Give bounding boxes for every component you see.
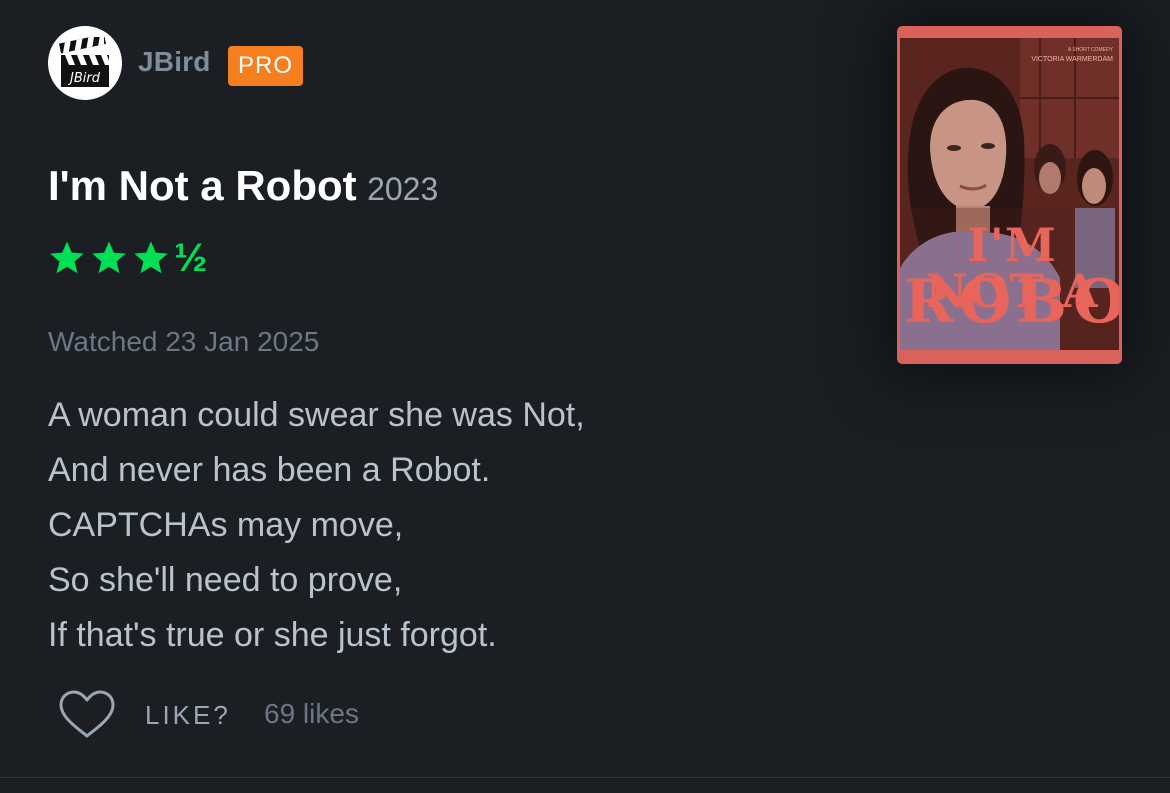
review-line: A woman could swear she was Not,: [48, 396, 585, 434]
film-title-line[interactable]: I'm Not a Robot 2023: [48, 162, 438, 210]
review-page: JBird JBird PRO I'm Not a Robot 2023 ½ W…: [0, 0, 1170, 793]
star-rating: ½: [48, 238, 207, 278]
likes-count[interactable]: 69 likes: [264, 698, 359, 730]
poster-title-line2: ROBOT: [904, 267, 1119, 337]
review-line: So she'll need to prove,: [48, 561, 403, 599]
review-line: If that's true or she just forgot.: [48, 616, 497, 654]
like-button[interactable]: LIKE?: [145, 700, 231, 731]
film-title[interactable]: I'm Not a Robot: [48, 162, 357, 209]
heart-outline-icon[interactable]: [58, 690, 116, 740]
svg-text:JBird: JBird: [67, 71, 101, 86]
clapperboard-icon: JBird: [58, 37, 109, 87]
poster-image: A SHORT COMEDY VICTORIA WARMERDAM I'M NO…: [900, 38, 1119, 350]
poster-credit: A SHORT COMEDY VICTORIA WARMERDAM: [1031, 47, 1113, 63]
review-line: And never has been a Robot.: [48, 451, 491, 489]
pro-badge: PRO: [228, 46, 303, 86]
film-poster[interactable]: A SHORT COMEDY VICTORIA WARMERDAM I'M NO…: [897, 26, 1122, 364]
divider: [0, 777, 1170, 778]
star-icon: [50, 241, 84, 274]
star-icon: [92, 241, 126, 274]
half-star: ½: [174, 236, 208, 280]
username[interactable]: JBird: [138, 46, 211, 78]
avatar[interactable]: JBird: [48, 26, 122, 100]
film-year[interactable]: 2023: [367, 171, 438, 207]
star-icon: [134, 241, 168, 274]
review-body: A woman could swear she was Not, And nev…: [48, 388, 768, 663]
review-line: CAPTCHAs may move,: [48, 506, 404, 544]
watched-date: Watched 23 Jan 2025: [48, 326, 320, 357]
